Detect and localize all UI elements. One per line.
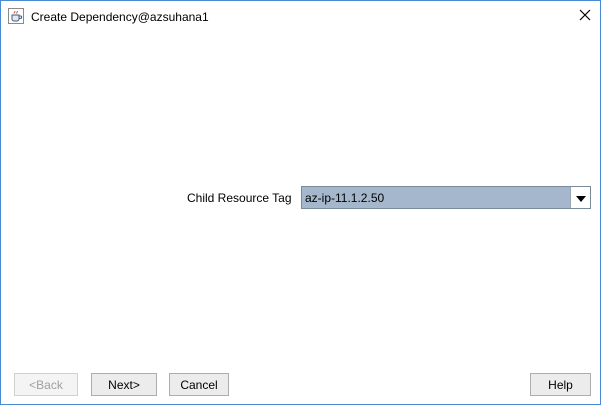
cancel-button[interactable]: Cancel [169, 373, 229, 396]
help-button[interactable]: Help [530, 373, 591, 396]
dialog-content: Child Resource Tag az-ip-11.1.2.50 <Back… [1, 31, 600, 404]
title-bar[interactable]: Create Dependency@azsuhana1 [1, 1, 600, 31]
back-button[interactable]: <Back [14, 373, 78, 396]
close-icon [579, 9, 591, 24]
child-resource-tag-dropdown[interactable]: az-ip-11.1.2.50 [301, 186, 591, 209]
triangle-down-icon [575, 191, 586, 205]
dialog-window: Create Dependency@azsuhana1 Child Resour… [0, 0, 601, 405]
child-resource-tag-label: Child Resource Tag [187, 191, 292, 205]
next-button[interactable]: Next> [91, 373, 157, 396]
dropdown-arrow-button[interactable] [570, 187, 590, 208]
child-resource-tag-value: az-ip-11.1.2.50 [305, 191, 385, 205]
window-title: Create Dependency@azsuhana1 [31, 10, 209, 24]
java-cup-icon [8, 8, 24, 24]
close-button[interactable] [572, 5, 598, 27]
